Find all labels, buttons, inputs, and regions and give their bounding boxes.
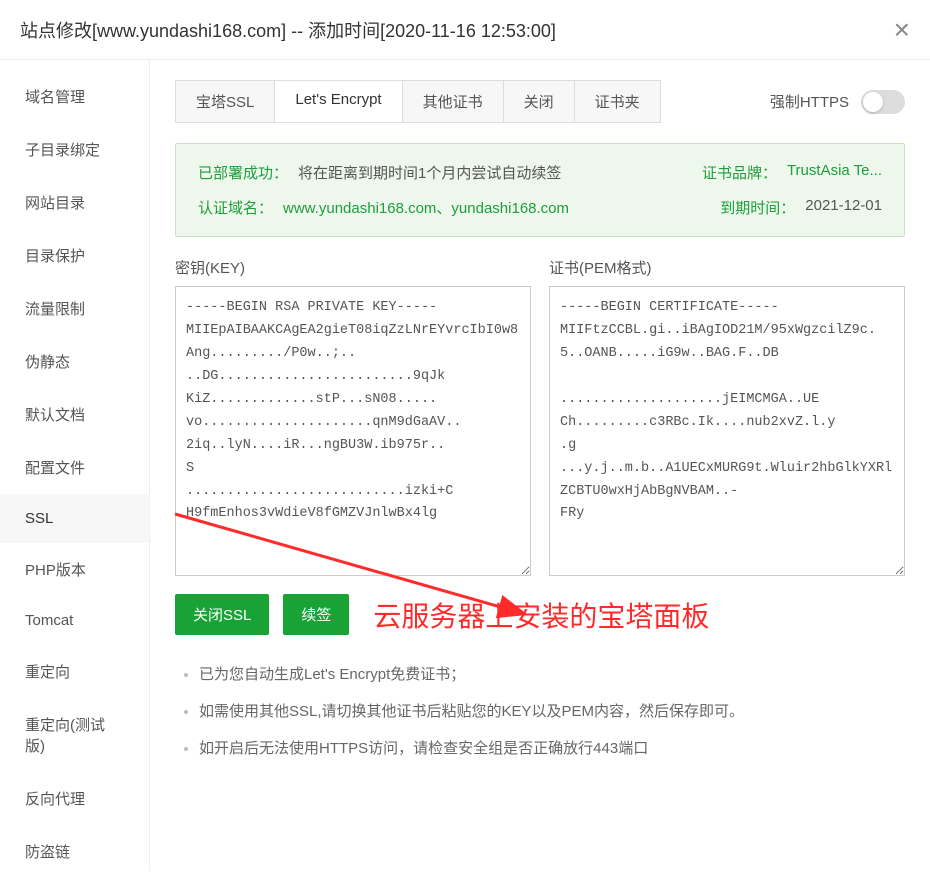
cert-expire-value: 2021-12-01 — [805, 197, 882, 218]
pem-textarea[interactable] — [549, 286, 905, 576]
pem-field-group: 证书(PEM格式) — [549, 257, 905, 576]
sidebar-item-dirprotect[interactable]: 目录保护 — [0, 229, 149, 282]
success-row-1: 已部署成功： 将在距离到期时间1个月内尝试自动续签 证书品牌： TrustAsi… — [198, 162, 882, 183]
sidebar-item-domain[interactable]: 域名管理 — [0, 70, 149, 123]
main-content: 宝塔SSL Let's Encrypt 其他证书 关闭 证书夹 强制HTTPS … — [150, 60, 930, 871]
cert-brand-label: 证书品牌： — [702, 162, 777, 183]
tab-cert-folder[interactable]: 证书夹 — [575, 81, 660, 122]
cert-fields: 密钥(KEY) 证书(PEM格式) — [175, 257, 905, 576]
success-row-2: 认证域名： www.yundashi168.com、yundashi168.co… — [198, 197, 882, 218]
sidebar-item-redirect[interactable]: 重定向 — [0, 645, 149, 698]
modal-header: 站点修改[www.yundashi168.com] -- 添加时间[2020-1… — [0, 0, 930, 60]
close-ssl-button[interactable]: 关闭SSL — [175, 594, 269, 635]
button-row: 关闭SSL 续签 云服务器上安装的宝塔面板 — [175, 594, 905, 635]
sidebar-item-traffic[interactable]: 流量限制 — [0, 282, 149, 335]
tab-close[interactable]: 关闭 — [504, 81, 575, 122]
tab-lets-encrypt[interactable]: Let's Encrypt — [275, 81, 402, 122]
key-label: 密钥(KEY) — [175, 257, 531, 278]
info-list: 已为您自动生成Let's Encrypt免费证书； 如需使用其他SSL,请切换其… — [175, 663, 905, 758]
force-https-group: 强制HTTPS — [770, 90, 905, 114]
sidebar-item-config[interactable]: 配置文件 — [0, 441, 149, 494]
deploy-status-text: 将在距离到期时间1个月内尝试自动续签 — [298, 162, 561, 183]
modal-title: 站点修改[www.yundashi168.com] -- 添加时间[2020-1… — [20, 17, 556, 43]
sidebar: 域名管理 子目录绑定 网站目录 目录保护 流量限制 伪静态 默认文档 配置文件 … — [0, 60, 150, 871]
modal-body: 域名管理 子目录绑定 网站目录 目录保护 流量限制 伪静态 默认文档 配置文件 … — [0, 60, 930, 871]
sidebar-item-hotlink[interactable]: 防盗链 — [0, 825, 149, 878]
deploy-status-label: 已部署成功： — [198, 162, 288, 183]
info-item: 如开启后无法使用HTTPS访问，请检查安全组是否正确放行443端口 — [199, 737, 905, 758]
key-textarea[interactable] — [175, 286, 531, 576]
sidebar-item-redirect-beta[interactable]: 重定向(测试版) — [0, 698, 149, 772]
tab-other-cert[interactable]: 其他证书 — [403, 81, 504, 122]
cert-domain-label: 认证域名： — [198, 197, 273, 218]
sidebar-item-rewrite[interactable]: 伪静态 — [0, 335, 149, 388]
top-row: 宝塔SSL Let's Encrypt 其他证书 关闭 证书夹 强制HTTPS — [175, 80, 905, 123]
annotation-text: 云服务器上安装的宝塔面板 — [373, 595, 709, 635]
info-item: 如需使用其他SSL,请切换其他证书后粘贴您的KEY以及PEM内容，然后保存即可。 — [199, 700, 905, 721]
success-panel: 已部署成功： 将在距离到期时间1个月内尝试自动续签 证书品牌： TrustAsi… — [175, 143, 905, 237]
tab-baota-ssl[interactable]: 宝塔SSL — [176, 81, 275, 122]
force-https-label: 强制HTTPS — [770, 91, 849, 112]
renew-button[interactable]: 续签 — [283, 594, 349, 635]
sidebar-item-proxy[interactable]: 反向代理 — [0, 772, 149, 825]
close-icon[interactable]: × — [894, 16, 910, 44]
sidebar-item-subdir[interactable]: 子目录绑定 — [0, 123, 149, 176]
key-field-group: 密钥(KEY) — [175, 257, 531, 576]
sidebar-item-php[interactable]: PHP版本 — [0, 543, 149, 596]
sidebar-item-ssl[interactable]: SSL — [0, 494, 149, 543]
cert-brand-value: TrustAsia Te... — [787, 162, 882, 183]
site-modify-modal: 站点修改[www.yundashi168.com] -- 添加时间[2020-1… — [0, 0, 930, 871]
cert-expire-label: 到期时间： — [720, 197, 795, 218]
ssl-tabs: 宝塔SSL Let's Encrypt 其他证书 关闭 证书夹 — [175, 80, 661, 123]
pem-label: 证书(PEM格式) — [549, 257, 905, 278]
info-item: 已为您自动生成Let's Encrypt免费证书； — [199, 663, 905, 684]
sidebar-item-webdir[interactable]: 网站目录 — [0, 176, 149, 229]
force-https-toggle[interactable] — [861, 90, 905, 114]
sidebar-item-defaultdoc[interactable]: 默认文档 — [0, 388, 149, 441]
sidebar-item-tomcat[interactable]: Tomcat — [0, 596, 149, 645]
cert-domain-value: www.yundashi168.com、yundashi168.com — [283, 197, 569, 218]
